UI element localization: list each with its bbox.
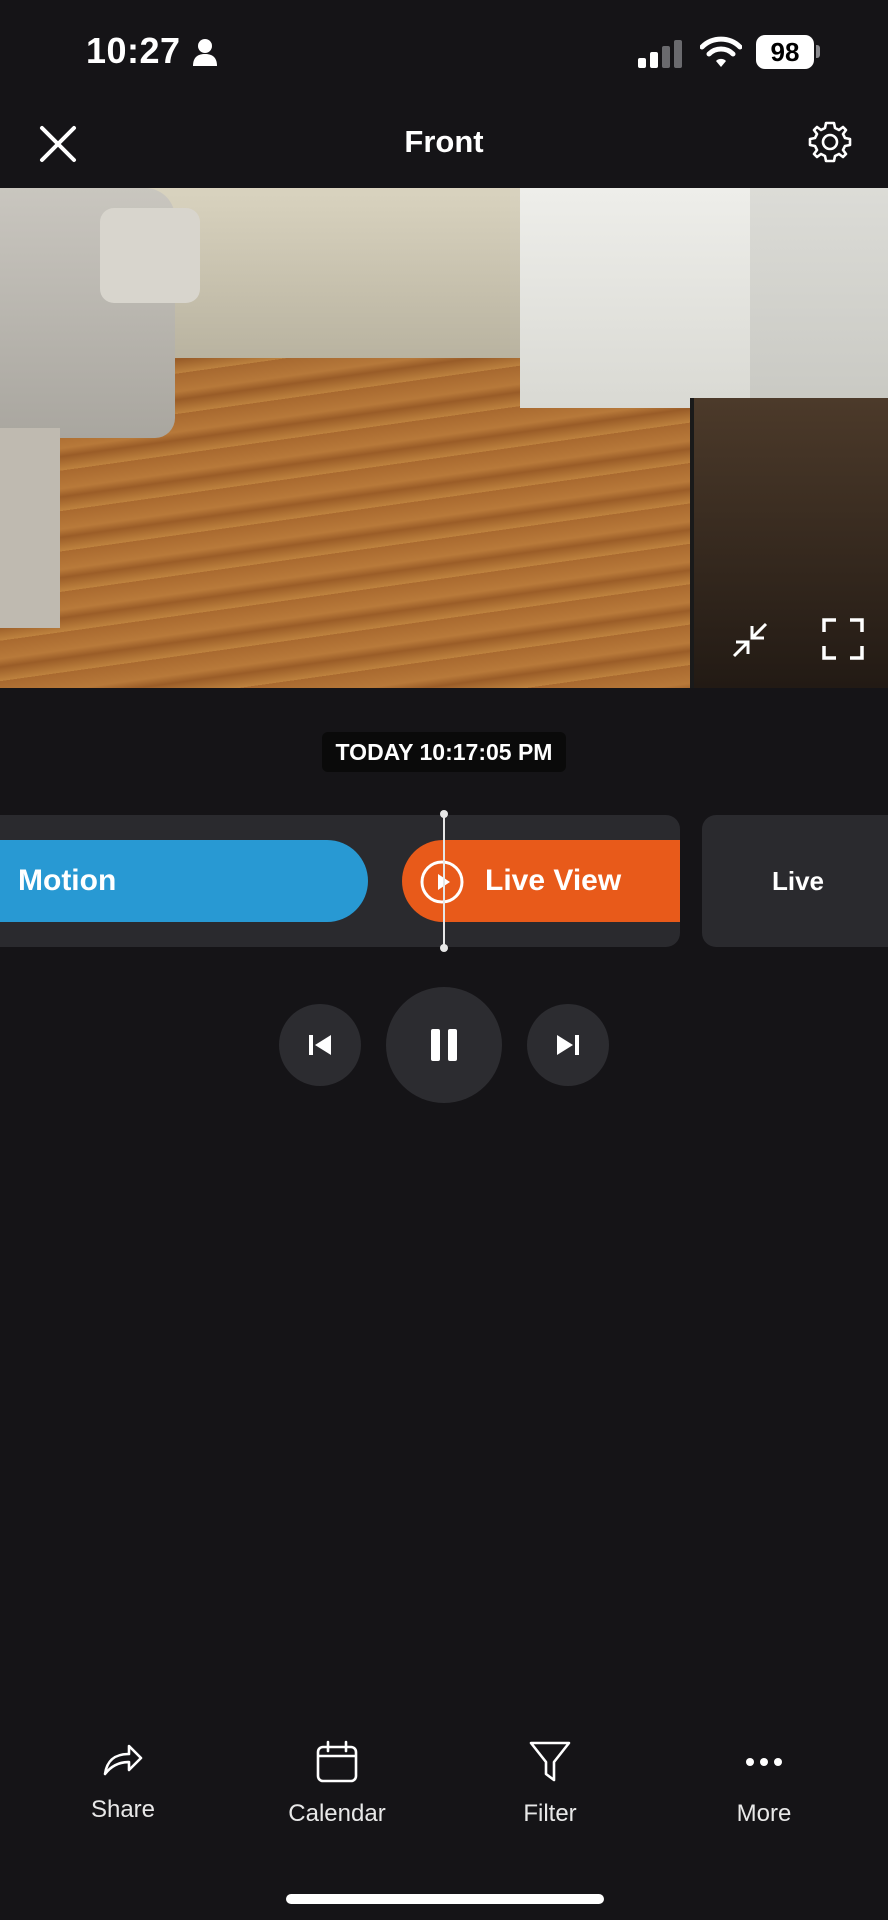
motion-event-label: Motion xyxy=(18,864,117,897)
gear-icon[interactable] xyxy=(808,120,852,164)
share-label: Share xyxy=(90,1796,156,1823)
feed-couch-arm xyxy=(100,208,200,303)
playhead-bottom-knob xyxy=(440,944,448,952)
calendar-icon xyxy=(316,1740,358,1783)
timeline-playhead[interactable] xyxy=(443,812,445,950)
collapse-icon[interactable] xyxy=(730,620,770,660)
playhead-top-knob xyxy=(440,810,448,818)
feed-rug xyxy=(0,428,60,628)
wifi-icon xyxy=(700,36,742,67)
filter-icon xyxy=(529,1741,571,1782)
person-icon xyxy=(193,39,217,66)
home-indicator[interactable] xyxy=(286,1894,604,1904)
pause-button[interactable] xyxy=(386,987,502,1103)
battery-indicator: 98 xyxy=(756,35,814,69)
play-circle-icon xyxy=(420,860,464,904)
camera-feed[interactable] xyxy=(0,188,888,688)
filter-label: Filter xyxy=(523,1800,577,1827)
more-icon xyxy=(746,1758,782,1766)
status-time: 10:27 xyxy=(86,30,181,71)
feed-cabinet xyxy=(520,188,750,408)
skip-previous-icon xyxy=(309,1035,331,1055)
skip-next-icon xyxy=(557,1035,579,1055)
share-icon xyxy=(103,1744,143,1776)
fullscreen-icon[interactable] xyxy=(822,618,864,660)
skip-next-button[interactable] xyxy=(527,1004,609,1086)
skip-previous-button[interactable] xyxy=(279,1004,361,1086)
pause-icon xyxy=(431,1029,457,1061)
share-button[interactable]: Share xyxy=(33,1740,213,1860)
signal-icon xyxy=(638,40,682,68)
live-event-label: Live xyxy=(771,866,825,896)
more-label: More xyxy=(736,1800,792,1827)
more-button[interactable]: More xyxy=(674,1740,854,1860)
page-title: Front xyxy=(404,124,484,159)
event-timestamp: TODAY 10:17:05 PM xyxy=(322,732,566,772)
battery-tip xyxy=(816,45,820,58)
calendar-label: Calendar xyxy=(288,1800,386,1827)
calendar-button[interactable]: Calendar xyxy=(247,1740,427,1860)
live-view-event-label: Live View xyxy=(485,864,622,897)
filter-button[interactable]: Filter xyxy=(460,1740,640,1860)
